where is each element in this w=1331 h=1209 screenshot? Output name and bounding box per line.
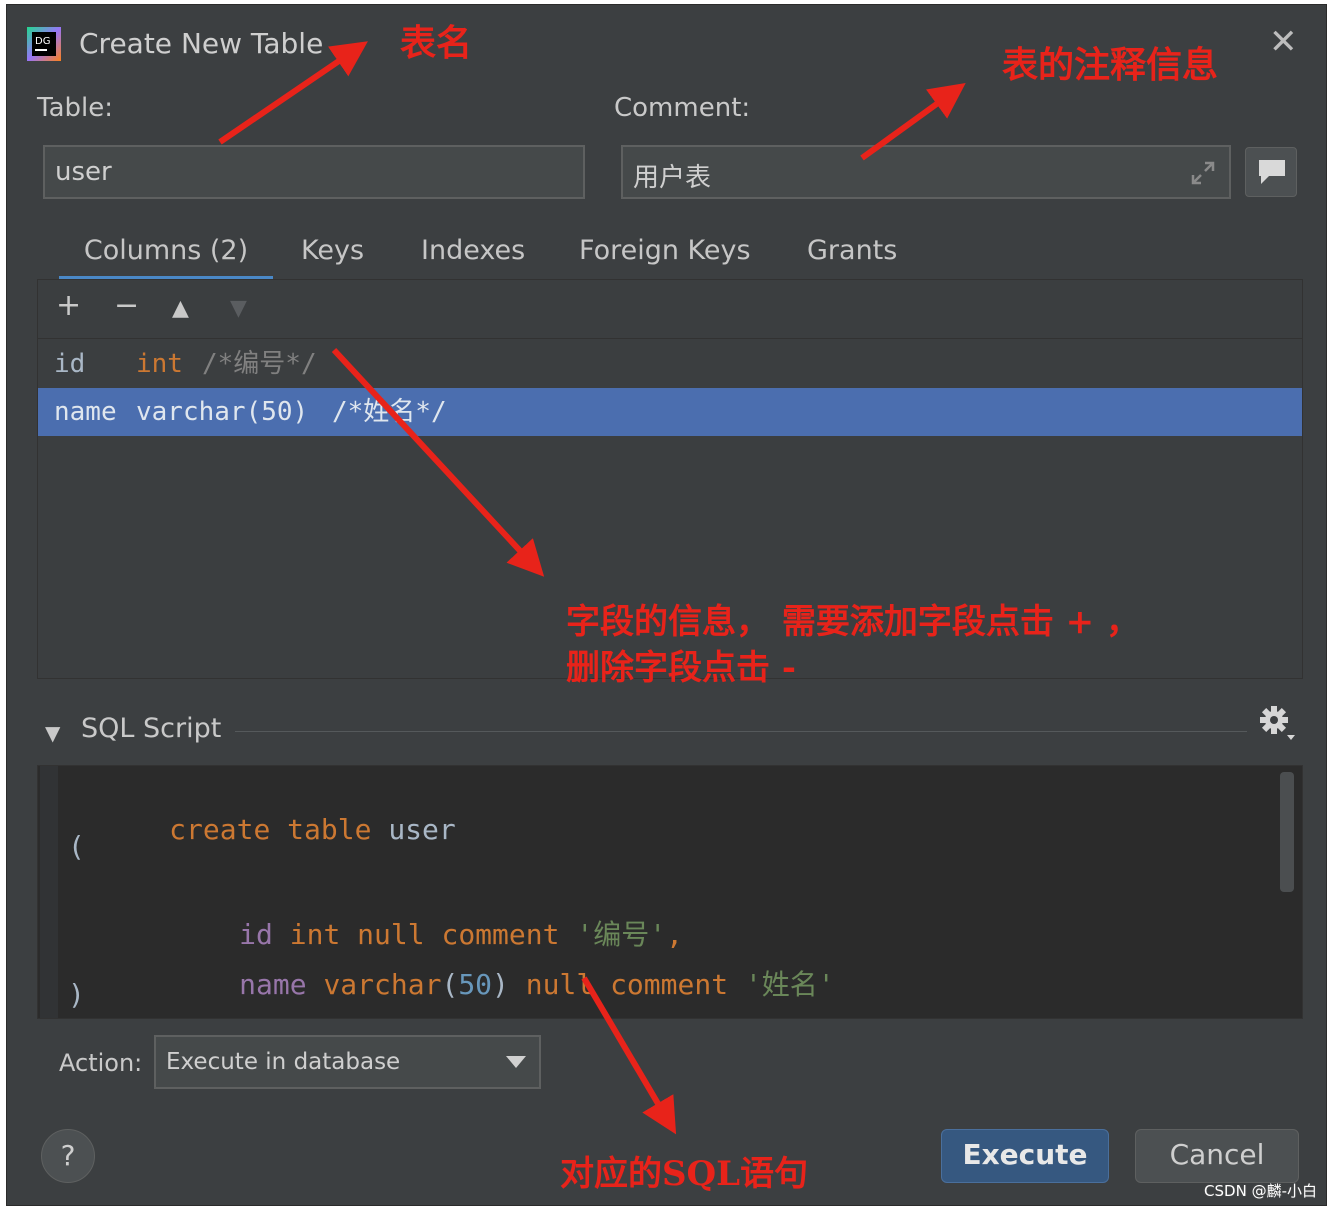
annotation-sql-info: 对应的SQL语句 bbox=[560, 1154, 809, 1194]
annotation-columns-info-2: 删除字段点击 - bbox=[566, 648, 796, 688]
annotation-table-name: 表名 bbox=[400, 22, 473, 64]
arrow-table-comment bbox=[860, 82, 966, 161]
arrow-table-name bbox=[218, 41, 368, 145]
arrow-sql bbox=[581, 976, 677, 1135]
annotation-columns-info-1: 字段的信息， 需要添加字段点击 + ， bbox=[566, 602, 1140, 642]
watermark: CSDN @麟-小白 bbox=[1204, 1182, 1317, 1200]
arrow-columns bbox=[331, 347, 545, 577]
annotation-table-comment: 表的注释信息 bbox=[1002, 44, 1219, 86]
